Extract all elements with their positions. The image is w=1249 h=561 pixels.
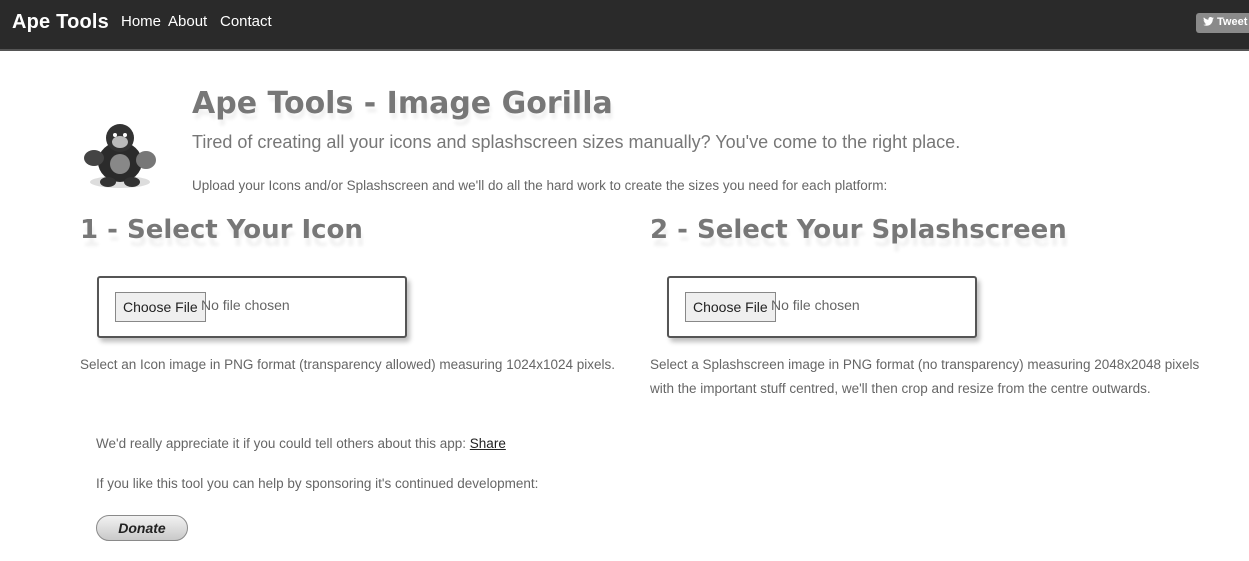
icon-file-status: No file chosen — [201, 297, 290, 313]
splash-choose-file-button[interactable]: Choose File — [685, 292, 776, 322]
twitter-bird-icon — [1203, 17, 1214, 26]
share-link[interactable]: Share — [470, 436, 506, 451]
gorilla-logo-icon — [84, 124, 156, 188]
icon-file-input[interactable]: Choose File No file chosen — [97, 276, 407, 338]
nav-link-contact[interactable]: Contact — [220, 13, 272, 30]
icon-help-text: Select an Icon image in PNG format (tran… — [80, 353, 615, 377]
intro-text: Upload your Icons and/or Splashscreen an… — [192, 178, 888, 193]
share-prompt: We'd really appreciate it if you could t… — [96, 436, 470, 451]
sponsor-text: If you like this tool you can help by sp… — [96, 476, 539, 491]
top-navbar: Ape Tools Home About Contact Tweet — [0, 0, 1249, 51]
splash-help-text: Select a Splashscreen image in PNG forma… — [650, 353, 1199, 401]
tweet-button[interactable]: Tweet — [1196, 13, 1249, 33]
splash-file-input[interactable]: Choose File No file chosen — [667, 276, 977, 338]
share-text: We'd really appreciate it if you could t… — [96, 436, 506, 451]
splash-section-title: 2 - Select Your Splashscreen — [650, 215, 1067, 245]
page-subtitle: Tired of creating all your icons and spl… — [192, 132, 961, 152]
tweet-label: Tweet — [1217, 16, 1248, 28]
nav-link-about[interactable]: About — [168, 13, 207, 30]
brand-logo-text[interactable]: Ape Tools — [12, 11, 109, 34]
splash-file-status: No file chosen — [771, 297, 860, 313]
splash-help-line-2: with the important stuff centred, we'll … — [650, 381, 1151, 396]
splash-help-line-1: Select a Splashscreen image in PNG forma… — [650, 357, 1200, 372]
icon-choose-file-button[interactable]: Choose File — [115, 292, 206, 322]
donate-button[interactable]: Donate — [96, 515, 188, 541]
icon-section-title: 1 - Select Your Icon — [80, 215, 363, 245]
icon-help-line: Select an Icon image in PNG format (tran… — [80, 357, 616, 372]
page-title: Ape Tools - Image Gorilla — [192, 86, 613, 121]
nav-link-home[interactable]: Home — [121, 13, 161, 30]
